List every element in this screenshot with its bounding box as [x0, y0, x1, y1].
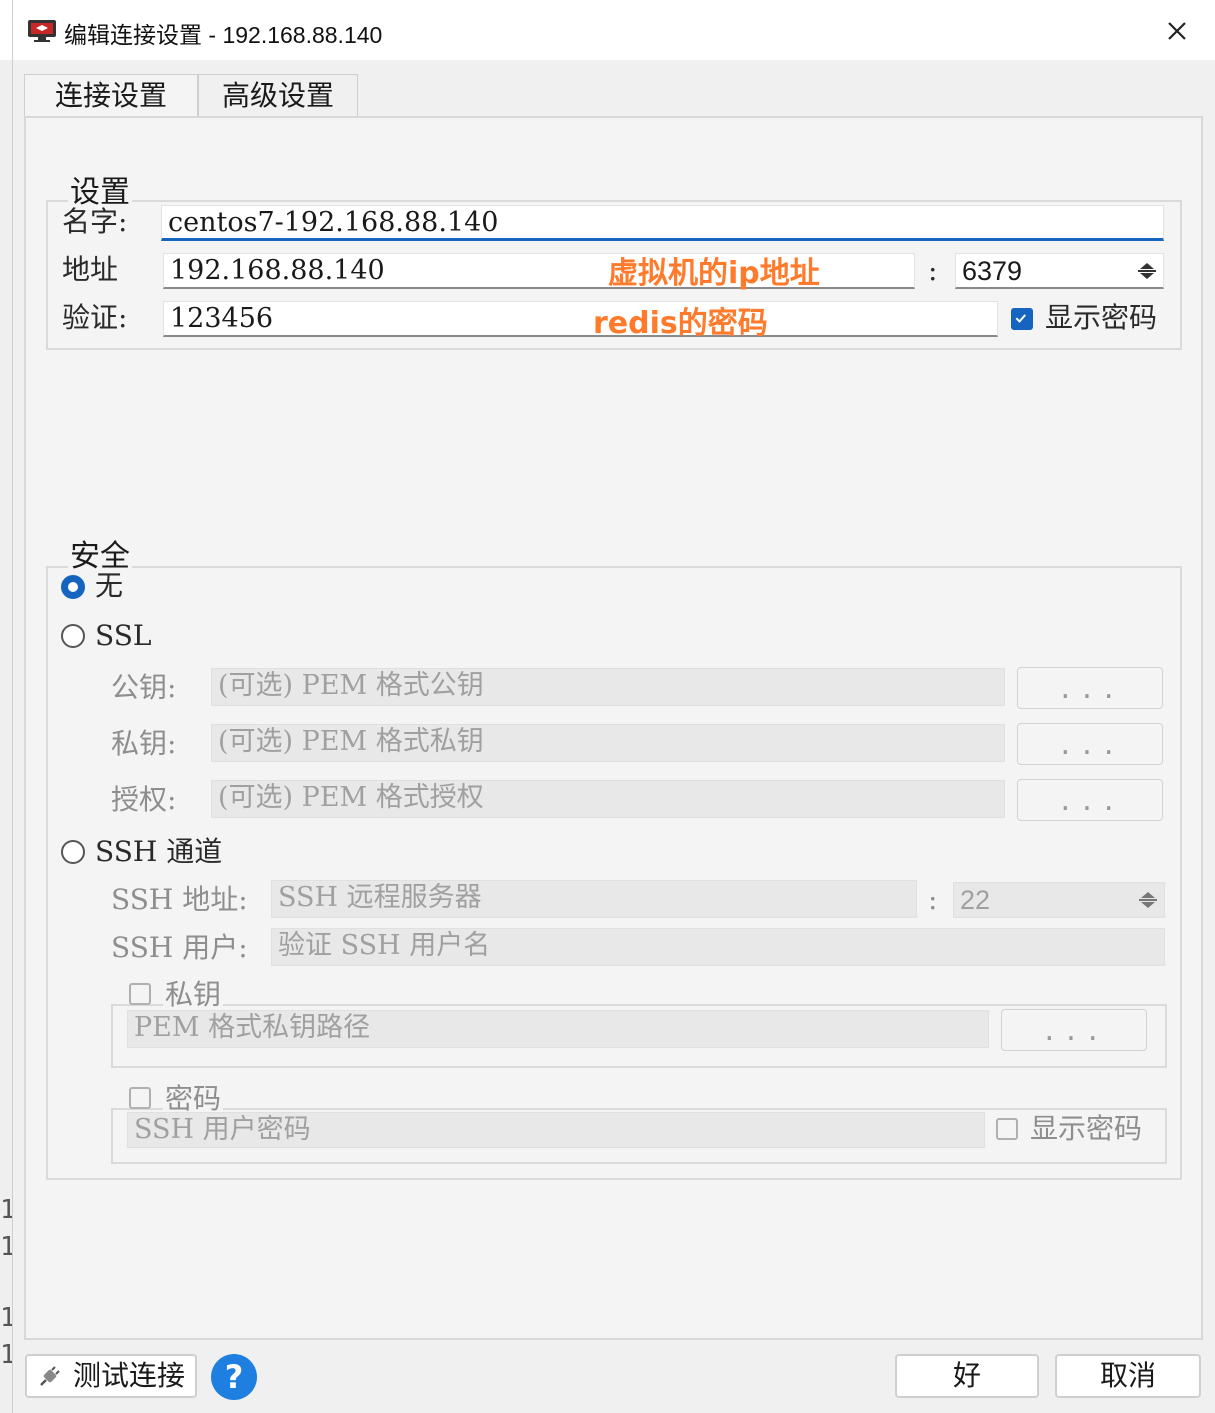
port-separator: :: [928, 254, 938, 287]
ssh-password-checkbox[interactable]: [129, 1087, 151, 1109]
public-key-placeholder: (可选) PEM 格式公钥: [218, 670, 484, 701]
help-icon[interactable]: ?: [211, 1354, 257, 1400]
ssh-private-key-checkbox[interactable]: [129, 983, 151, 1005]
port-spinbox[interactable]: 6379: [955, 253, 1164, 289]
auth-annotation: redis的密码: [593, 306, 768, 341]
redis-desktop-icon: [28, 20, 56, 42]
ssh-private-key-path-input[interactable]: PEM 格式私钥路径: [127, 1010, 989, 1048]
browse-public-key-button[interactable]: ...: [1017, 667, 1163, 709]
security-ssl-radio[interactable]: [61, 624, 85, 648]
authority-placeholder: (可选) PEM 格式授权: [218, 782, 484, 813]
ssh-show-password-checkbox[interactable]: [996, 1118, 1018, 1140]
window-title: 编辑连接设置 - 192.168.88.140: [64, 22, 383, 48]
edit-connection-dialog: 编辑连接设置 - 192.168.88.140 连接设置 高级设置 设置 名字:…: [12, 0, 1215, 1413]
ssh-password-placeholder: SSH 用户密码: [134, 1114, 311, 1145]
test-connection-button[interactable]: 测试连接: [25, 1354, 197, 1398]
ssh-user-input[interactable]: 验证 SSH 用户名: [271, 928, 1165, 966]
ssh-show-password-label[interactable]: 显示密码: [1030, 1111, 1142, 1147]
show-password-label[interactable]: 显示密码: [1045, 300, 1157, 336]
show-password-checkbox[interactable]: [1011, 308, 1033, 330]
tab-label: 高级设置: [221, 79, 334, 112]
address-label: 地址: [62, 253, 119, 286]
auth-label: 验证:: [62, 301, 128, 334]
name-label: 名字:: [62, 205, 128, 238]
checkmark-icon: [1015, 314, 1027, 323]
private-key-input[interactable]: (可选) PEM 格式私钥: [211, 724, 1005, 762]
tab-connection-settings[interactable]: 连接设置: [24, 74, 198, 119]
ssh-address-input[interactable]: SSH 远程服务器: [271, 880, 917, 918]
security-none-radio[interactable]: [61, 575, 85, 599]
browse-private-key-button[interactable]: ...: [1017, 723, 1163, 765]
ssh-port-separator: :: [928, 883, 938, 916]
cancel-button[interactable]: 取消: [1055, 1354, 1201, 1398]
tab-label: 连接设置: [54, 79, 167, 112]
ssh-user-placeholder: 验证 SSH 用户名: [278, 930, 491, 961]
close-icon[interactable]: [1160, 14, 1194, 48]
security-ssh-label[interactable]: SSH 通道: [95, 834, 222, 870]
ssh-private-key-label: 私钥: [163, 978, 224, 1011]
browse-ssh-private-key-button[interactable]: ...: [1001, 1009, 1147, 1051]
address-annotation: 虚拟机的ip地址: [608, 256, 820, 291]
authority-label: 授权:: [111, 783, 177, 816]
ssh-password-box-label: 密码: [163, 1082, 224, 1115]
public-key-label: 公钥:: [111, 671, 177, 704]
spin-arrows-icon[interactable]: [1134, 258, 1160, 284]
auth-input[interactable]: 123456: [163, 301, 998, 337]
private-key-placeholder: (可选) PEM 格式私钥: [218, 726, 484, 757]
ssh-password-input[interactable]: SSH 用户密码: [127, 1112, 985, 1148]
tab-advanced-settings[interactable]: 高级设置: [198, 74, 358, 117]
ssh-user-label: SSH 用户:: [111, 931, 248, 964]
plug-icon: [40, 1366, 60, 1386]
security-ssh-radio[interactable]: [61, 840, 85, 864]
browse-authority-button[interactable]: ...: [1017, 779, 1163, 821]
public-key-input[interactable]: (可选) PEM 格式公钥: [211, 668, 1005, 706]
ssh-private-key-path-placeholder: PEM 格式私钥路径: [134, 1012, 371, 1043]
name-input[interactable]: centos7-192.168.88.140: [161, 205, 1164, 241]
security-none-label[interactable]: 无: [95, 568, 123, 604]
ssh-address-placeholder: SSH 远程服务器: [278, 882, 482, 913]
port-value: 6379: [962, 256, 1023, 286]
ssh-port-spinbox[interactable]: 22: [953, 882, 1165, 918]
ssh-port-value: 22: [960, 885, 991, 915]
authority-input[interactable]: (可选) PEM 格式授权: [211, 780, 1005, 818]
title-bar[interactable]: 编辑连接设置 - 192.168.88.140: [13, 0, 1215, 60]
ok-button[interactable]: 好: [895, 1354, 1039, 1398]
test-connection-label: 测试连接: [73, 1359, 186, 1392]
ssh-address-label: SSH 地址:: [111, 883, 248, 916]
private-key-label: 私钥:: [111, 727, 177, 760]
security-ssl-label[interactable]: SSL: [95, 618, 151, 654]
spin-arrows-icon[interactable]: [1135, 887, 1161, 913]
